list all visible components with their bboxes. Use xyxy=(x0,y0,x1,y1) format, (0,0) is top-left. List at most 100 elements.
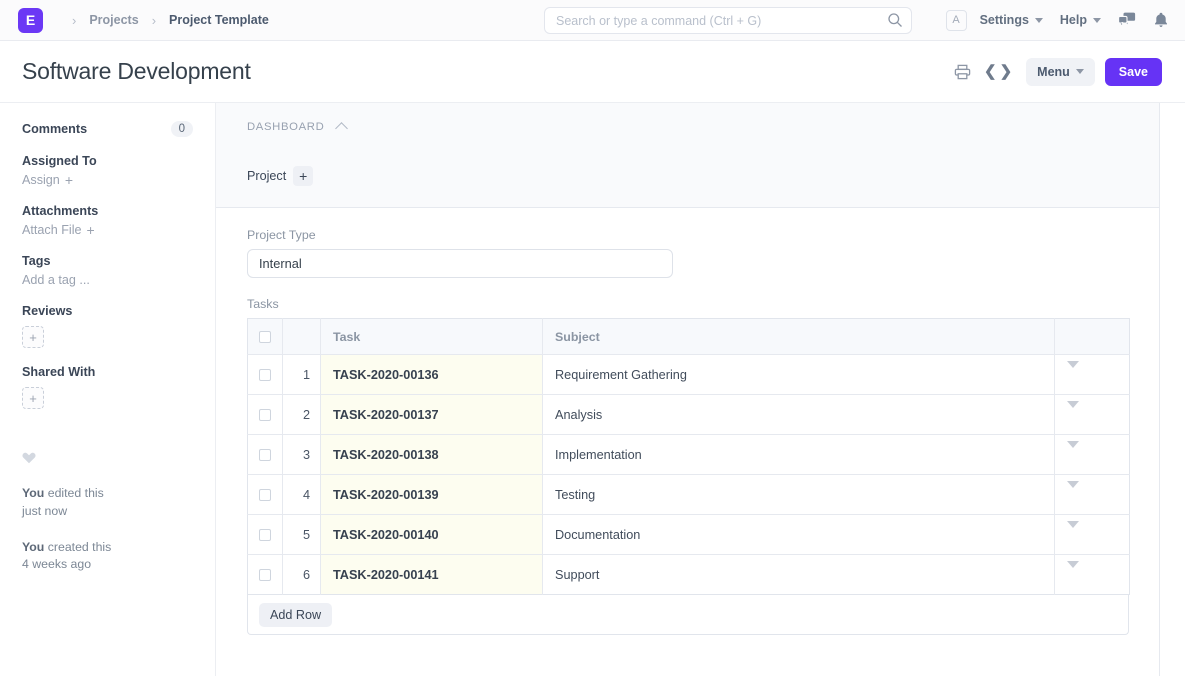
assign-link[interactable]: Assign + xyxy=(22,173,193,187)
help-menu[interactable]: Help xyxy=(1060,13,1101,27)
assign-link-label: Assign xyxy=(22,173,60,187)
select-all-header[interactable] xyxy=(248,319,283,355)
row-checkbox[interactable] xyxy=(259,409,271,421)
search-input[interactable] xyxy=(544,7,912,34)
search-icon[interactable] xyxy=(887,12,903,28)
column-header-task[interactable]: Task xyxy=(321,319,543,355)
add-tag-input[interactable]: Add a tag ... xyxy=(22,273,193,287)
avatar[interactable]: A xyxy=(946,10,967,31)
chevron-down-icon[interactable] xyxy=(1067,521,1079,542)
row-expand-cell[interactable] xyxy=(1055,555,1130,595)
row-expand-cell[interactable] xyxy=(1055,355,1130,395)
chevron-down-icon[interactable] xyxy=(1067,561,1079,582)
cell-subject[interactable]: Analysis xyxy=(543,395,1055,435)
table-row[interactable]: 2 TASK-2020-00137 Analysis xyxy=(248,395,1130,435)
cell-subject[interactable]: Support xyxy=(543,555,1055,595)
column-header-subject[interactable]: Subject xyxy=(543,319,1055,355)
page-title: Software Development xyxy=(22,58,251,85)
row-select-cell[interactable] xyxy=(248,435,283,475)
activity-edited: You edited this just now xyxy=(22,485,193,521)
row-expand-cell[interactable] xyxy=(1055,475,1130,515)
row-checkbox[interactable] xyxy=(259,449,271,461)
print-icon[interactable] xyxy=(952,62,973,82)
sidebar-section-reviews: Reviews + xyxy=(22,304,193,348)
select-all-checkbox[interactable] xyxy=(259,331,271,343)
cell-task[interactable]: TASK-2020-00140 xyxy=(321,515,543,555)
dashboard-section-label: DASHBOARD xyxy=(247,121,324,133)
table-row[interactable]: 1 TASK-2020-00136 Requirement Gathering xyxy=(248,355,1130,395)
menu-button[interactable]: Menu xyxy=(1026,58,1095,86)
cell-subject[interactable]: Documentation xyxy=(543,515,1055,555)
search-box[interactable] xyxy=(544,7,912,34)
row-expand-cell[interactable] xyxy=(1055,395,1130,435)
table-row[interactable]: 3 TASK-2020-00138 Implementation xyxy=(248,435,1130,475)
chevron-down-icon[interactable] xyxy=(1067,401,1079,422)
breadcrumb-item-projects[interactable]: Projects xyxy=(89,13,138,27)
activity-actor: You xyxy=(22,540,44,554)
chat-icon[interactable] xyxy=(1118,12,1136,28)
plus-icon: + xyxy=(65,173,73,187)
row-select-cell[interactable] xyxy=(248,475,283,515)
row-select-cell[interactable] xyxy=(248,515,283,555)
app-logo[interactable]: E xyxy=(18,8,43,33)
activity-action: created this xyxy=(48,540,112,554)
column-header-actions xyxy=(1055,319,1130,355)
tasks-label: Tasks xyxy=(247,297,1159,311)
menu-button-label: Menu xyxy=(1037,65,1070,79)
row-expand-cell[interactable] xyxy=(1055,435,1130,475)
row-index: 1 xyxy=(283,355,321,395)
sidebar-section-attachments: Attachments Attach File + xyxy=(22,204,193,237)
sidebar-section-shared-with: Shared With + xyxy=(22,365,193,409)
row-expand-cell[interactable] xyxy=(1055,515,1130,555)
cell-task[interactable]: TASK-2020-00138 xyxy=(321,435,543,475)
add-shared-user-button[interactable]: + xyxy=(22,387,44,409)
like-heart-icon[interactable] xyxy=(22,451,193,467)
notification-bell-icon[interactable] xyxy=(1154,12,1168,28)
cell-subject[interactable]: Testing xyxy=(543,475,1055,515)
row-checkbox[interactable] xyxy=(259,369,271,381)
cell-task[interactable]: TASK-2020-00139 xyxy=(321,475,543,515)
attach-file-link-label: Attach File xyxy=(22,223,82,237)
prev-record-icon[interactable]: ❮ xyxy=(984,64,997,79)
form-section: Project Type Tasks Task Subject xyxy=(216,208,1160,676)
attach-file-link[interactable]: Attach File + xyxy=(22,223,193,237)
row-select-cell[interactable] xyxy=(248,395,283,435)
row-select-cell[interactable] xyxy=(248,555,283,595)
row-checkbox[interactable] xyxy=(259,489,271,501)
activity-time: just now xyxy=(22,504,67,518)
activity-action: edited this xyxy=(48,486,104,500)
project-type-input[interactable] xyxy=(247,249,673,278)
row-checkbox[interactable] xyxy=(259,529,271,541)
sidebar-section-assigned-to: Assigned To Assign + xyxy=(22,154,193,187)
table-row[interactable]: 5 TASK-2020-00140 Documentation xyxy=(248,515,1130,555)
table-row[interactable]: 4 TASK-2020-00139 Testing xyxy=(248,475,1130,515)
shared-with-label: Shared With xyxy=(22,365,193,379)
row-checkbox[interactable] xyxy=(259,569,271,581)
cell-subject[interactable]: Implementation xyxy=(543,435,1055,475)
next-record-icon[interactable]: ❯ xyxy=(1000,64,1013,79)
navbar-right-actions: A Settings Help xyxy=(946,10,1172,31)
chevron-down-icon xyxy=(1076,69,1084,74)
cell-task[interactable]: TASK-2020-00137 xyxy=(321,395,543,435)
settings-label: Settings xyxy=(980,13,1029,27)
row-select-cell[interactable] xyxy=(248,355,283,395)
cell-task[interactable]: TASK-2020-00136 xyxy=(321,355,543,395)
tasks-table-body: 1 TASK-2020-00136 Requirement Gathering … xyxy=(248,355,1130,595)
breadcrumb-item-project-template[interactable]: Project Template xyxy=(169,13,269,27)
dashboard-section-header[interactable]: DASHBOARD xyxy=(247,121,1159,133)
add-review-button[interactable]: + xyxy=(22,326,44,348)
save-button[interactable]: Save xyxy=(1105,58,1162,86)
chevron-down-icon[interactable] xyxy=(1067,441,1079,462)
chevron-down-icon[interactable] xyxy=(1067,361,1079,382)
settings-menu[interactable]: Settings xyxy=(980,13,1043,27)
sidebar-section-comments[interactable]: Comments 0 xyxy=(22,121,193,137)
chevron-down-icon[interactable] xyxy=(1067,481,1079,502)
chevron-up-icon[interactable] xyxy=(336,122,349,135)
add-row-button[interactable]: Add Row xyxy=(259,603,332,627)
add-project-chart-button[interactable]: + xyxy=(293,166,313,186)
table-row[interactable]: 6 TASK-2020-00141 Support xyxy=(248,555,1130,595)
tags-label: Tags xyxy=(22,254,193,268)
cell-subject[interactable]: Requirement Gathering xyxy=(543,355,1055,395)
cell-task[interactable]: TASK-2020-00141 xyxy=(321,555,543,595)
record-navigation: ❮ ❯ xyxy=(984,64,1012,79)
